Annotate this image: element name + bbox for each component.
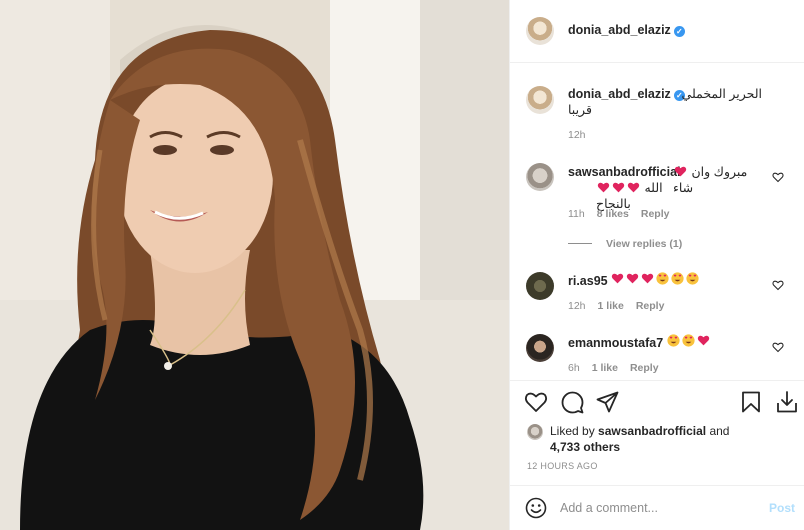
download-icon[interactable] [776,390,798,414]
caption-author-username[interactable]: donia_abd_elaziz ✓ [568,87,685,101]
post-photo-illustration [0,0,509,530]
comment-emojis [666,334,711,348]
smiley-icon[interactable] [525,497,547,519]
emoji-red-heart-icon [596,181,611,195]
bookmark-icon[interactable] [741,391,761,413]
comment-time[interactable]: 11h [568,208,585,220]
emoji-red-heart-icon [673,165,688,179]
post-details-panel: donia_abd_elaziz ✓ donia_abd_elaziz ✓ الحر… [509,0,804,530]
commenter-avatar[interactable] [526,334,554,362]
liked-by-others-count[interactable]: 4,733 others [550,440,620,454]
verified-badge-icon: ✓ [673,26,685,37]
liked-by-text: Liked by sawsanbadrofficial and 4,733 ot… [550,423,770,455]
post-header: donia_abd_elaziz ✓ [510,0,804,63]
emoji-red-heart-icon [611,181,626,195]
reply-button[interactable]: Reply [636,300,665,312]
comment-meta: 11h 8 likes Reply [568,208,669,220]
comment-time[interactable]: 12h [568,300,586,312]
caption-text-line1: الحرير المخملي [681,87,762,101]
liked-by-prefix: Liked by [550,424,595,438]
caption-time[interactable]: 12h [568,129,586,141]
commenter-avatar[interactable] [526,163,554,191]
caption-text-line2: قريبا [568,103,592,117]
emoji-red-heart-icon [611,273,624,284]
caption-author-username-text[interactable]: donia_abd_elaziz [568,87,671,101]
comment-meta: 6h 1 like Reply [568,362,659,374]
reply-button[interactable]: Reply [641,208,670,220]
like-heart-icon[interactable] [524,391,548,413]
emoji-red-heart-icon [626,181,641,195]
emoji-red-heart-icon [641,273,654,284]
paper-plane-icon[interactable] [596,391,619,413]
comment-meta: 12h 1 like Reply [568,300,664,312]
comment-icon[interactable] [561,391,584,414]
comment-like-heart-icon[interactable] [772,341,784,353]
caption-author-avatar[interactable] [526,86,554,114]
emoji-heart-eyes-icon [682,334,695,347]
liked-by-avatar[interactable] [527,424,543,440]
comment-likes[interactable]: 1 like [598,300,624,312]
comment-likes[interactable]: 8 likes [597,208,629,220]
emoji-heart-eyes-icon [671,272,684,285]
reply-button[interactable]: Reply [630,362,659,374]
comment-likes[interactable]: 1 like [592,362,618,374]
post-time-ago[interactable]: 12 HOURS AGO [527,461,598,471]
liked-by-and: and [709,424,730,438]
post-image[interactable] [0,0,509,530]
emoji-heart-eyes-icon [667,334,680,347]
author-avatar[interactable] [526,17,554,45]
view-replies-button[interactable]: View replies (1) [606,238,682,250]
liked-by-username[interactable]: sawsanbadrofficial [598,424,706,438]
commenter-avatar[interactable] [526,272,554,300]
comment-time[interactable]: 6h [568,362,580,374]
emoji-red-heart-icon [697,335,710,346]
comment-username[interactable]: emanmoustafa7 [568,336,663,350]
replies-divider [568,243,592,244]
comment-username[interactable]: ri.as95 [568,274,608,288]
add-comment-input[interactable]: Add a comment... [560,501,658,515]
post-comment-button[interactable]: Post [769,501,795,515]
add-comment-bar: Add a comment... Post [510,485,804,530]
author-username[interactable]: donia_abd_elaziz ✓ [568,23,685,37]
comment-like-heart-icon[interactable] [772,279,784,291]
comment-emojis [610,272,700,286]
emoji-red-heart-icon [626,273,639,284]
emoji-heart-eyes-icon [686,272,699,285]
comment-username[interactable]: sawsanbadrofficial [568,165,681,179]
emoji-heart-eyes-icon [656,272,669,285]
author-username-text[interactable]: donia_abd_elaziz [568,23,671,37]
comment-like-heart-icon[interactable] [772,171,784,183]
